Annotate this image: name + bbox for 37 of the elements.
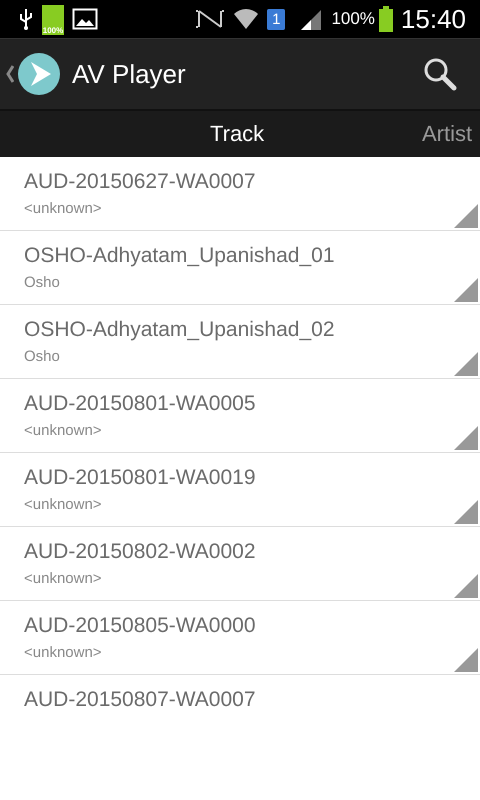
corner-triangle-icon[interactable]	[454, 204, 478, 228]
track-title[interactable]: AUD-20150627-WA0007	[24, 170, 456, 194]
corner-triangle-icon[interactable]	[454, 500, 478, 524]
tab[interactable]: Artist	[412, 111, 480, 157]
corner-triangle-icon[interactable]	[454, 574, 478, 598]
track-title[interactable]: AUD-20150801-WA0019	[24, 466, 456, 490]
track-artist: <unknown>	[24, 422, 103, 439]
battery-icon: 100%	[42, 5, 64, 35]
battery-icon	[378, 6, 393, 32]
track-title[interactable]: AUD-20150807-WA0007	[24, 688, 456, 712]
image-icon	[72, 8, 98, 30]
track-artist: Osho	[24, 348, 61, 365]
corner-triangle-icon[interactable]	[454, 278, 478, 302]
track-artist: <unknown>	[24, 644, 103, 661]
wifi-icon	[233, 7, 260, 31]
corner-triangle-icon[interactable]	[454, 352, 478, 376]
corner-triangle-icon[interactable]	[454, 426, 478, 450]
signal-icon	[299, 8, 324, 30]
track-title[interactable]: AUD-20150802-WA0002	[24, 540, 456, 564]
tab[interactable]: Track	[200, 111, 274, 157]
battery-percent: 100%	[331, 9, 375, 29]
track-title[interactable]: OSHO-Adhyatam_Upanishad_01	[24, 244, 456, 268]
track-title[interactable]: OSHO-Adhyatam_Upanishad_02	[24, 318, 456, 342]
track-artist: Osho	[24, 274, 61, 291]
app-title: AV Player	[72, 58, 186, 90]
track-title[interactable]: AUD-20150805-WA0000	[24, 614, 456, 638]
back-caret-icon[interactable]	[6, 65, 14, 83]
play-logo-icon	[18, 53, 60, 95]
track-artist: <unknown>	[24, 496, 103, 513]
search-icon[interactable]	[422, 56, 458, 92]
clock: 15:40	[400, 4, 466, 34]
corner-triangle-icon[interactable]	[454, 648, 478, 672]
sim-badge: 1	[267, 8, 286, 30]
usb-icon	[18, 7, 34, 31]
track-artist: <unknown>	[24, 570, 103, 587]
track-artist: <unknown>	[24, 200, 103, 217]
track-title[interactable]: AUD-20150801-WA0005	[24, 392, 456, 416]
